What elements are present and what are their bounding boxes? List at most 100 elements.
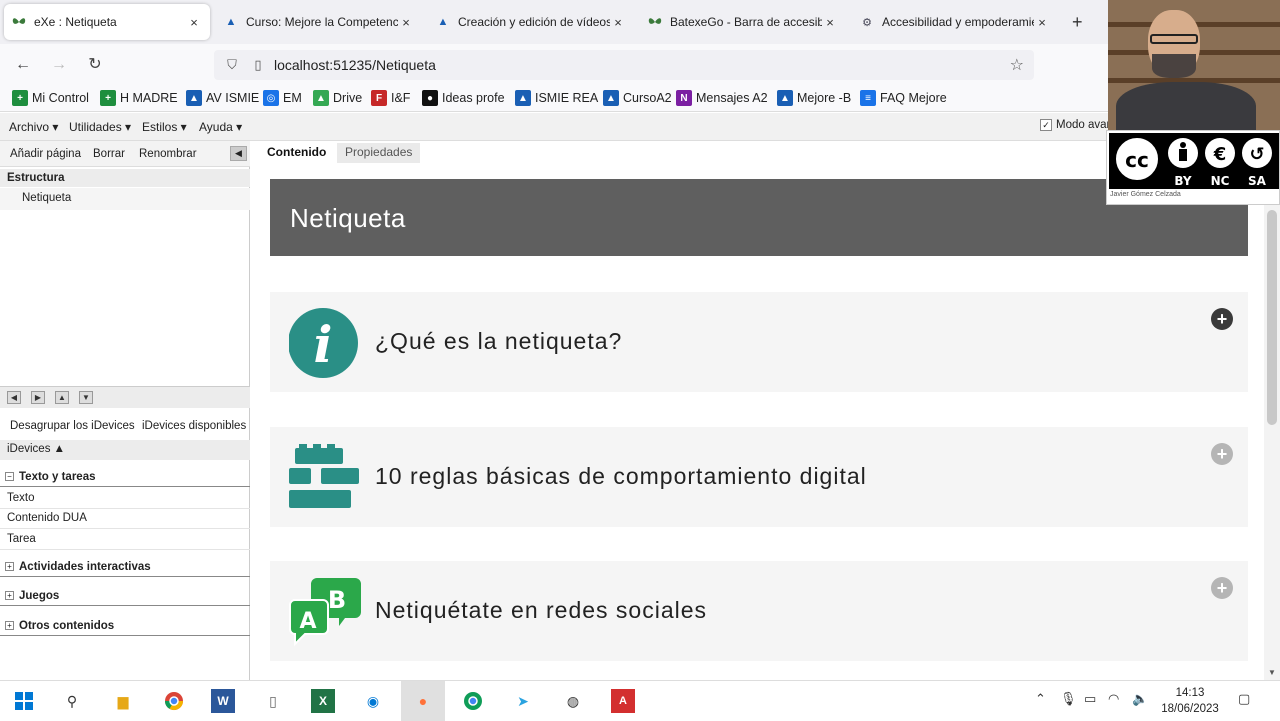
advanced-mode-toggle[interactable]: ✓ Modo avan <box>1040 119 1113 131</box>
bookmark-item[interactable]: + H MADRE <box>100 90 178 106</box>
menu-ayuda[interactable]: Ayuda ▾ <box>199 120 242 134</box>
category-actividades[interactable]: + Actividades interactivas <box>0 557 250 577</box>
box-title: Netiquétate en redes sociales <box>375 597 708 623</box>
url-bar[interactable]: ⛉ ▯ localhost:51235/Netiqueta ☆ <box>214 50 1034 80</box>
expand-plus-icon[interactable]: + <box>5 562 14 571</box>
bookmark-item[interactable]: + Mi Control <box>12 90 89 106</box>
new-tab-button[interactable]: + <box>1072 12 1083 33</box>
url-text[interactable]: localhost:51235/Netiqueta <box>274 57 436 73</box>
volume-icon[interactable]: 🔈 <box>1132 691 1148 707</box>
idevice-tarea[interactable]: Tarea <box>0 530 250 550</box>
expand-plus-icon[interactable]: + <box>5 621 14 630</box>
close-tab-icon[interactable]: × <box>1034 15 1050 30</box>
close-tab-icon[interactable]: × <box>398 15 414 30</box>
document-icon[interactable]: ▯ <box>261 689 285 713</box>
move-right-icon[interactable]: ▶ <box>31 391 45 404</box>
move-left-icon[interactable]: ◀ <box>7 391 21 404</box>
menu-archivo[interactable]: Archivo ▾ <box>9 120 58 134</box>
tray-chevron-icon[interactable]: ⌃ <box>1035 691 1046 707</box>
idevice-texto[interactable]: Texto <box>0 489 250 509</box>
move-up-icon[interactable]: ▲ <box>55 391 69 404</box>
chrome-profile-icon[interactable] <box>461 689 485 713</box>
windows-start-icon[interactable] <box>12 689 36 713</box>
bookmark-label: Mensajes A2 <box>696 91 768 105</box>
wifi-icon[interactable]: ◠ <box>1108 691 1119 707</box>
excel-icon[interactable]: X <box>311 689 335 713</box>
forward-arrow-icon[interactable]: → <box>48 54 70 76</box>
available-idevices-button[interactable]: iDevices disponibles <box>142 420 246 432</box>
author-credit: Javier Gómez Celzada <box>1110 191 1181 198</box>
idevice-contenido-dua[interactable]: Contenido DUA <box>0 509 250 529</box>
idevice-toolbar: Desagrupar los iDevices iDevices disponi… <box>0 418 250 438</box>
category-texto-tareas[interactable]: − Texto y tareas <box>0 467 250 487</box>
notifications-icon[interactable]: ▢ <box>1238 691 1250 707</box>
tree-node-netiqueta[interactable]: Netiqueta <box>0 188 250 210</box>
browser-tab-accesibilidad[interactable]: ⚙ Accesibilidad y empoderamie × <box>852 4 1058 40</box>
checkbox-checked-icon[interactable]: ✓ <box>1040 119 1052 131</box>
obs-icon[interactable]: ◍ <box>561 689 585 713</box>
scrollbar-thumb[interactable] <box>1267 210 1277 425</box>
acrobat-icon[interactable]: A <box>611 689 635 713</box>
file-explorer-icon[interactable]: ▆ <box>111 689 135 713</box>
system-clock[interactable]: 14:13 18/06/2023 <box>1155 685 1225 717</box>
outline-move-toolbar: ◀ ▶ ▲ ▼ <box>0 386 250 408</box>
bookmark-item[interactable]: ▲ CursoA2 <box>603 90 672 106</box>
search-icon[interactable]: ⚲ <box>60 689 84 713</box>
reload-icon[interactable]: ↻ <box>84 54 106 76</box>
bookmark-item[interactable]: ▲ Drive <box>313 90 362 106</box>
firefox-icon[interactable]: ● <box>401 681 445 721</box>
bookmark-icon: + <box>100 90 116 106</box>
bookmark-item[interactable]: ◎ EM <box>263 90 302 106</box>
tab-propiedades[interactable]: Propiedades <box>337 143 421 163</box>
bookmark-icon: ◎ <box>263 90 279 106</box>
chrome-icon[interactable] <box>162 689 186 713</box>
tab-contenido[interactable]: Contenido <box>259 143 334 163</box>
bookmark-item[interactable]: N Mensajes A2 <box>676 90 768 106</box>
scroll-down-icon[interactable]: ▼ <box>1268 668 1276 677</box>
delete-button[interactable]: Borrar <box>93 148 125 160</box>
bookmark-item[interactable]: ≡ FAQ Mejore <box>860 90 947 106</box>
back-arrow-icon[interactable]: ← <box>12 54 34 76</box>
bookmark-item[interactable]: F I&F <box>371 90 410 106</box>
bookmark-item[interactable]: ▲ ISMIE REA <box>515 90 598 106</box>
category-juegos[interactable]: + Juegos <box>0 586 250 606</box>
bookmark-label: I&F <box>391 91 411 105</box>
menu-utilidades[interactable]: Utilidades ▾ <box>69 120 131 134</box>
shield-icon[interactable]: ⛉ <box>222 57 242 73</box>
telegram-icon[interactable]: ➤ <box>511 689 535 713</box>
expand-plus-icon[interactable]: + <box>1211 443 1233 465</box>
butterfly-icon <box>12 15 26 29</box>
bookmark-icon: ▲ <box>777 90 793 106</box>
battery-icon[interactable]: ▭ <box>1084 691 1096 707</box>
bookmark-icon: ▲ <box>186 90 202 106</box>
collapse-minus-icon[interactable]: − <box>5 472 14 481</box>
bookmark-star-icon[interactable]: ☆ <box>1010 55 1024 75</box>
add-page-button[interactable]: Añadir página <box>10 148 81 160</box>
browser-tab-curso[interactable]: ▲ Curso: Mejore la Competenci × <box>216 4 422 40</box>
browser-tab-videos[interactable]: ▲ Creación y edición de vídeos × <box>428 4 634 40</box>
browser-tab-strip: eXe : Netiqueta × ▲ Curso: Mejore la Com… <box>0 0 1280 44</box>
close-tab-icon[interactable]: × <box>186 15 202 30</box>
category-otros[interactable]: + Otros contenidos <box>0 616 250 636</box>
expand-plus-icon[interactable]: + <box>1211 308 1233 330</box>
close-tab-icon[interactable]: × <box>610 15 626 30</box>
close-tab-icon[interactable]: × <box>822 15 838 30</box>
microphone-icon[interactable]: 🎙 <box>1060 691 1077 707</box>
move-down-icon[interactable]: ▼ <box>79 391 93 404</box>
word-icon[interactable]: W <box>211 689 235 713</box>
menu-estilos[interactable]: Estilos ▾ <box>142 120 187 134</box>
expand-plus-icon[interactable]: + <box>1211 577 1233 599</box>
browser-tab-batexego[interactable]: BatexeGo - Barra de accesibili × <box>640 4 846 40</box>
exe-menu-bar: Archivo ▾ Utilidades ▾ Estilos ▾ Ayuda ▾… <box>0 113 1280 141</box>
expand-plus-icon[interactable]: + <box>5 591 14 600</box>
content-scrollbar[interactable]: ▼ <box>1264 165 1280 680</box>
collapse-panel-icon[interactable]: ◀ <box>230 146 247 161</box>
idevices-header[interactable]: iDevices ▲ <box>0 440 250 460</box>
bookmark-item[interactable]: ▲ Mejore -B <box>777 90 851 106</box>
outlook-icon[interactable]: ◉ <box>361 689 385 713</box>
browser-tab-exe[interactable]: eXe : Netiqueta × <box>4 4 210 40</box>
rename-button[interactable]: Renombrar <box>139 148 197 160</box>
bookmark-item[interactable]: ● Ideas profe <box>422 90 505 106</box>
ungroup-idevices-button[interactable]: Desagrupar los iDevices <box>10 420 135 432</box>
bookmark-item[interactable]: ▲ AV ISMIE <box>186 90 259 106</box>
